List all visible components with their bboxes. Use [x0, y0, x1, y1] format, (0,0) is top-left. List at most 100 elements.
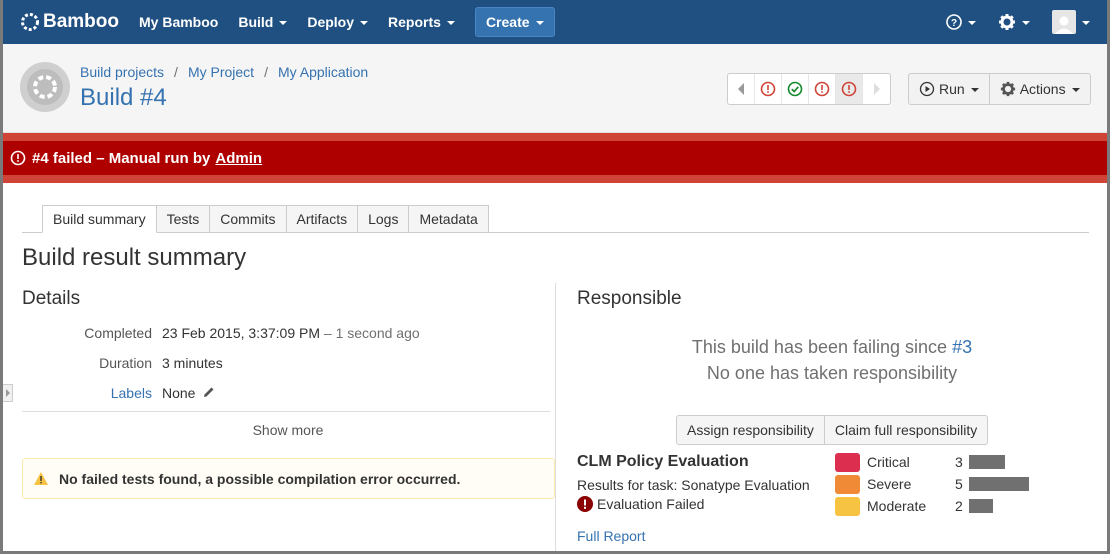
labels-value: None — [162, 385, 216, 401]
labels-link[interactable]: Labels — [111, 385, 152, 401]
build-status-bar: #4 failed – Manual run by Admin — [0, 141, 1110, 175]
severity-count: 3 — [955, 454, 963, 470]
gear-icon — [1000, 81, 1015, 97]
breadcrumb-my-project[interactable]: My Project — [188, 64, 254, 80]
sidebar-toggle[interactable] — [3, 384, 13, 402]
build-1-button[interactable] — [755, 74, 782, 104]
create-button[interactable]: Create — [474, 7, 555, 37]
chevron-down-icon — [360, 20, 369, 25]
claim-responsibility-button[interactable]: Claim full responsibility — [824, 415, 989, 445]
tab-metadata[interactable]: Metadata — [409, 205, 489, 233]
help-menu[interactable]: ? — [946, 14, 976, 30]
chevron-down-icon — [535, 20, 544, 25]
assign-responsibility-button[interactable]: Assign responsibility — [676, 415, 825, 445]
completed-ago: – 1 second ago — [323, 325, 420, 341]
severity-bar — [969, 455, 1005, 469]
run-button[interactable]: Run — [908, 73, 990, 105]
labels-text: None — [162, 385, 196, 401]
severity-count: 2 — [955, 498, 963, 514]
tab-artifacts[interactable]: Artifacts — [286, 205, 359, 233]
chevron-down-icon — [1071, 87, 1080, 92]
build-status-text: #4 failed – Manual run by — [32, 149, 211, 167]
build-2-button[interactable] — [782, 74, 809, 104]
responsibility-buttons: Assign responsibility Claim full respons… — [676, 415, 989, 445]
severity-name: Moderate — [867, 498, 927, 514]
details-divider — [22, 411, 550, 412]
run-label: Run — [939, 81, 965, 97]
breadcrumb-my-application[interactable]: My Application — [278, 64, 368, 80]
severity-row-severe: Severe 5 — [835, 474, 1029, 494]
actions-label: Actions — [1019, 81, 1066, 97]
play-icon — [919, 81, 935, 97]
chevron-down-icon — [968, 20, 976, 25]
clm-status: Evaluation Failed — [577, 496, 704, 512]
chevron-left-icon — [738, 83, 744, 95]
success-icon — [787, 81, 803, 97]
tab-tests[interactable]: Tests — [156, 205, 211, 233]
nav-label: Build — [238, 14, 274, 30]
severity-row-critical: Critical 3 — [835, 452, 1005, 472]
previous-build-button[interactable] — [728, 74, 755, 104]
breadcrumb-separator: / — [174, 64, 178, 80]
build-actions: Run Actions — [908, 73, 1091, 105]
chevron-right-icon — [5, 389, 10, 397]
pencil-icon[interactable] — [202, 385, 216, 399]
full-report-link[interactable]: Full Report — [577, 528, 645, 544]
nav-deploy-menu[interactable]: Deploy — [307, 14, 369, 30]
chevron-down-icon — [446, 20, 455, 25]
failed-icon — [10, 150, 26, 166]
nav-label: My Bamboo — [139, 14, 219, 30]
top-navigation: Bamboo My Bamboo Build Deploy Reports Cr… — [0, 0, 1110, 44]
svg-text:?: ? — [951, 18, 957, 29]
chevron-down-icon — [1022, 20, 1030, 25]
gear-icon — [999, 14, 1015, 30]
build-3-button[interactable] — [809, 74, 836, 104]
next-build-button[interactable] — [863, 74, 890, 104]
breadcrumb-build-projects[interactable]: Build projects — [80, 64, 164, 80]
nav-build-menu[interactable]: Build — [238, 14, 288, 30]
warning-text: No failed tests found, a possible compil… — [59, 470, 461, 487]
trigger-user-link[interactable]: Admin — [215, 150, 262, 167]
no-one-text: No one has taken responsibility — [706, 363, 958, 383]
tab-build-summary[interactable]: Build summary — [42, 205, 157, 233]
moderate-swatch — [835, 496, 860, 516]
completed-label: Completed — [84, 325, 152, 341]
severity-bar — [969, 477, 1029, 491]
help-icon: ? — [946, 14, 962, 30]
bamboo-logo[interactable]: Bamboo — [20, 11, 119, 33]
chevron-right-icon — [873, 83, 880, 95]
details-heading: Details — [22, 288, 81, 309]
completed-date: 23 Feb 2015, 3:37:09 PM — [162, 325, 320, 341]
warning-message: No failed tests found, a possible compil… — [22, 458, 555, 499]
chevron-down-icon — [279, 20, 288, 25]
chevron-down-icon — [1082, 20, 1090, 25]
severity-name: Critical — [867, 454, 910, 470]
result-tabs: Build summary Tests Commits Artifacts Lo… — [22, 205, 1089, 233]
section-title: Build result summary — [22, 244, 247, 271]
user-menu[interactable] — [1052, 10, 1090, 34]
completed-value: 23 Feb 2015, 3:37:09 PM – 1 second ago — [162, 325, 420, 341]
clm-title: CLM Policy Evaluation — [577, 453, 749, 470]
nav-reports-menu[interactable]: Reports — [388, 14, 455, 30]
duration-value: 3 minutes — [162, 355, 223, 371]
build-navigator — [727, 73, 891, 105]
build-4-button[interactable] — [836, 74, 863, 104]
nav-label: Reports — [388, 14, 441, 30]
severity-bar — [969, 499, 993, 513]
clm-subtitle: Results for task: Sonatype Evaluation — [577, 477, 810, 493]
project-avatar-icon — [27, 69, 63, 105]
failing-build-link[interactable]: #3 — [952, 337, 972, 357]
actions-button[interactable]: Actions — [989, 73, 1091, 105]
breadcrumb: Build projects / My Project / My Applica… — [80, 64, 368, 80]
tab-commits[interactable]: Commits — [210, 205, 287, 233]
project-avatar — [20, 62, 70, 112]
critical-swatch — [835, 452, 860, 472]
show-more-link[interactable]: Show more — [22, 422, 554, 438]
admin-menu[interactable] — [998, 13, 1030, 31]
tab-logs[interactable]: Logs — [358, 205, 410, 233]
page-header: Build projects / My Project / My Applica… — [0, 44, 1110, 133]
severity-count: 5 — [955, 476, 963, 492]
nav-my-bamboo[interactable]: My Bamboo — [139, 14, 218, 30]
user-icon — [1055, 16, 1073, 34]
logo-text: Bamboo — [43, 11, 119, 32]
